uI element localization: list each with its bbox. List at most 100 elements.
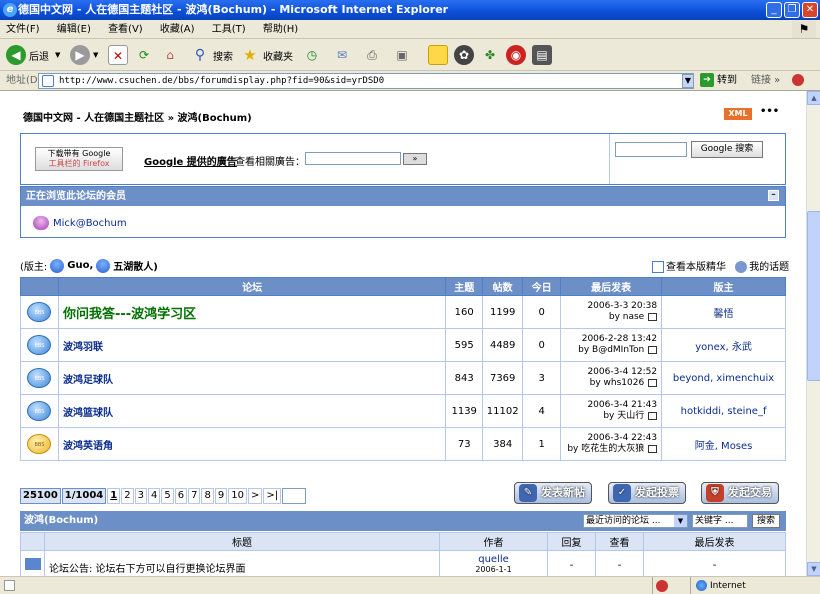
moderator-name[interactable]: Guo,: [67, 260, 93, 271]
last-post-author[interactable]: by nase: [609, 312, 644, 322]
history-icon[interactable]: ◷: [302, 45, 322, 65]
subforum-last-post[interactable]: 2006-3-4 21:43 by 天山行: [560, 394, 663, 428]
google-ads-button[interactable]: »: [403, 153, 427, 165]
subforum-last-post[interactable]: 2006-3-4 12:52 by whs1026: [560, 361, 663, 395]
back-dropdown-icon[interactable]: ▼: [55, 51, 60, 59]
subforum-name[interactable]: 你问我答---波鸿学习区: [57, 295, 447, 329]
view-digest-link[interactable]: 查看本版精华: [666, 262, 726, 273]
print-icon[interactable]: ⎙: [362, 45, 382, 65]
firefox-download-button[interactable]: 下载带有 Google 工具栏的 Firefox: [35, 147, 123, 171]
address-dropdown-icon[interactable]: ▼: [682, 74, 694, 88]
pager-page[interactable]: 5: [161, 488, 174, 504]
breadcrumb[interactable]: 德国中文网 - 人在德国主题社区 » 波鸿(Bochum): [23, 109, 252, 124]
close-button[interactable]: ✕: [802, 2, 818, 18]
subforum-name[interactable]: 波鸿足球队: [57, 361, 447, 395]
address-input[interactable]: http://www.csuchen.de/bbs/forumdisplay.p…: [38, 73, 694, 89]
new-topic-button[interactable]: ✎ 发表新帖: [514, 482, 592, 504]
record-icon[interactable]: ◉: [506, 45, 526, 65]
subforum-moderators[interactable]: yonex, 永武: [661, 328, 786, 362]
menu-view[interactable]: 查看(V): [108, 24, 143, 35]
pager-next[interactable]: >: [247, 488, 263, 504]
thread-last: -: [643, 550, 786, 576]
pager-page[interactable]: 4: [147, 488, 161, 504]
google-ads-input[interactable]: [305, 152, 401, 165]
google-ads-link[interactable]: Google 提供的廣告: [144, 153, 237, 168]
pager-jump-input[interactable]: [282, 488, 307, 504]
refresh-icon[interactable]: ⟳: [134, 45, 154, 65]
forum-jump-select[interactable]: 最近访问的论坛 ... ▼: [583, 514, 688, 528]
links-button[interactable]: 链接 »: [751, 71, 780, 91]
google-search-button[interactable]: Google 搜索: [691, 141, 763, 158]
pager-page[interactable]: 2: [121, 488, 134, 504]
menu-favorites[interactable]: 收藏(A): [160, 24, 195, 35]
subforum-moderators[interactable]: beyond, ximenchuix: [661, 361, 786, 395]
my-topics-link[interactable]: 我的话题: [749, 262, 789, 273]
pager-page[interactable]: 8: [201, 488, 214, 504]
menu-file[interactable]: 文件(F): [6, 24, 40, 35]
pager-last[interactable]: >|: [263, 488, 282, 504]
plugin-icon[interactable]: ✤: [480, 45, 500, 65]
subforum-moderators[interactable]: 阿金, Moses: [661, 427, 786, 461]
thread-author-name[interactable]: quelle: [440, 554, 547, 565]
subforum-last-post[interactable]: 2006-3-4 22:43 by 吃花生的大灰狼: [560, 427, 663, 461]
last-post-author[interactable]: by whs1026: [590, 378, 645, 388]
subforum-last-post[interactable]: 2006-2-28 13:42 by B@dMInTon: [560, 328, 663, 362]
last-post-arrow-icon[interactable]: [648, 345, 658, 354]
subforum-name[interactable]: 波鸿篮球队: [57, 394, 447, 428]
last-post-arrow-icon[interactable]: [648, 444, 658, 453]
pager-page-current[interactable]: 1: [107, 488, 121, 504]
subforum-name[interactable]: 波鸿羽联: [57, 328, 447, 362]
menu-help[interactable]: 帮助(H): [263, 24, 298, 35]
vertical-scrollbar[interactable]: ▲ ▼: [806, 91, 820, 576]
scroll-thumb[interactable]: [807, 211, 820, 381]
last-post-arrow-icon[interactable]: [648, 411, 658, 420]
media-icon[interactable]: ▤: [532, 45, 552, 65]
pager-page[interactable]: 10: [228, 488, 247, 504]
keyword-search-button[interactable]: 搜索: [752, 514, 780, 528]
extension-icon[interactable]: [792, 74, 804, 86]
notes-icon[interactable]: [428, 45, 448, 65]
last-post-author[interactable]: by 天山行: [603, 411, 644, 421]
new-trade-button[interactable]: ⛨ 发起交易: [701, 482, 779, 504]
stop-icon[interactable]: ✕: [108, 45, 128, 65]
keyword-input[interactable]: 关键字 ...: [692, 514, 748, 528]
page-status-icon: [4, 580, 15, 591]
moderator-name[interactable]: 五湖散人): [113, 258, 158, 273]
collapse-icon[interactable]: –: [768, 190, 779, 201]
favorites-button[interactable]: ★ 收藏夹: [240, 43, 293, 67]
thread-title[interactable]: 论坛公告: 论坛右下方可以自行更换论坛界面: [44, 550, 440, 576]
pager-page[interactable]: 7: [188, 488, 201, 504]
pager-page[interactable]: 6: [174, 488, 188, 504]
minimize-button[interactable]: _: [766, 2, 782, 18]
last-post-author[interactable]: by B@dMInTon: [578, 345, 644, 355]
subforum-last-post[interactable]: 2006-3-3 20:38 by nase: [560, 295, 663, 329]
subforum-name[interactable]: 波鸿英语角: [57, 427, 447, 461]
xml-badge[interactable]: XML: [724, 108, 752, 120]
pager-page[interactable]: 3: [134, 488, 147, 504]
subforum-moderators[interactable]: 馨悟: [661, 295, 786, 329]
browsing-member[interactable]: Mick@Bochum: [33, 216, 127, 230]
messenger-icon[interactable]: ✿: [454, 45, 474, 65]
last-post-arrow-icon[interactable]: [648, 378, 658, 387]
scroll-up-icon[interactable]: ▲: [807, 91, 820, 105]
mail-icon[interactable]: ✉: [332, 45, 352, 65]
back-button[interactable]: ◀ 后退 ▼: [6, 43, 60, 67]
search-button[interactable]: ⚲ 搜索: [190, 43, 233, 67]
subforum-moderators[interactable]: hotkiddi, steine_f: [661, 394, 786, 428]
home-icon[interactable]: ⌂: [160, 45, 180, 65]
menu-edit[interactable]: 编辑(E): [57, 24, 91, 35]
go-button[interactable]: ➔ 转到: [700, 71, 737, 91]
maximize-button[interactable]: ❐: [784, 2, 800, 18]
last-post-author[interactable]: by 吃花生的大灰狼: [567, 444, 644, 454]
thread-table: 标题 作者 回复 查看 最后发表 论坛公告: 论坛右下方可以自行更换论坛界面 q…: [20, 532, 786, 576]
thread-author[interactable]: quelle 2006-1-1: [439, 550, 548, 576]
subforum-icon-cell: BBS: [20, 427, 59, 461]
pager-page[interactable]: 9: [214, 488, 228, 504]
edit-icon[interactable]: ▣: [392, 45, 412, 65]
menu-tools[interactable]: 工具(T): [212, 24, 246, 35]
google-search-input[interactable]: [615, 142, 687, 157]
new-poll-button[interactable]: ✓ 发起投票: [608, 482, 686, 504]
last-post-arrow-icon[interactable]: [648, 312, 658, 321]
scroll-down-icon[interactable]: ▼: [807, 562, 820, 576]
forward-button[interactable]: ▶ ▼: [70, 43, 98, 67]
